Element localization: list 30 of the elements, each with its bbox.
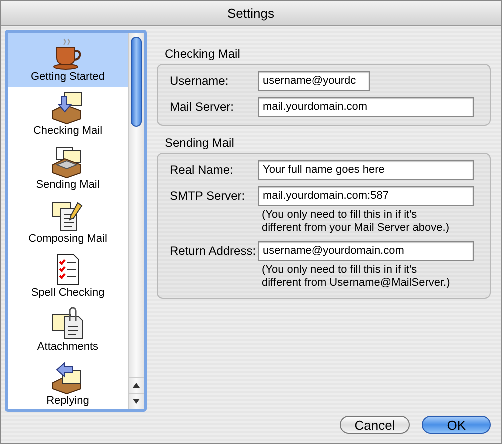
field-label: Mail Server: <box>170 99 236 114</box>
text-field[interactable]: username@yourdomain.com <box>258 241 474 261</box>
window-title: Settings <box>228 6 274 20</box>
text-field[interactable]: mail.yourdomain.com <box>258 97 474 117</box>
field-label: Username: <box>170 73 230 88</box>
hint-text: (You only need to fill this in if it's different from your Mail Server above.) <box>262 209 450 235</box>
sidebar-item[interactable]: Checking Mail <box>8 87 128 141</box>
inbox-tray-icon <box>51 91 85 125</box>
up-arrow-icon <box>133 383 140 388</box>
field-label: SMTP Server: <box>170 188 246 203</box>
text-field[interactable]: Your full name goes here <box>258 160 474 180</box>
down-arrow-icon <box>133 399 140 404</box>
group-title: Checking Mail <box>165 47 242 61</box>
sidebar-item[interactable]: Sending Mail <box>8 141 128 195</box>
text-field[interactable]: username@yourdc <box>258 71 370 91</box>
sidebar-item[interactable]: Getting Started <box>8 33 128 87</box>
scroll-thumb[interactable] <box>131 37 142 127</box>
field-label: Real Name: <box>170 162 234 177</box>
text-field[interactable]: mail.yourdomain.com:587 <box>258 186 474 206</box>
scroll-bar[interactable] <box>128 33 144 409</box>
sidebar-item[interactable]: Spell Checking <box>8 249 128 303</box>
paperclip-documents-icon <box>51 307 85 341</box>
ok-button[interactable]: OK <box>422 416 491 434</box>
sidebar-item[interactable]: Attachments <box>8 303 128 357</box>
hint-text: (You only need to fill this in if it's different from Username@MailServer.) <box>262 264 452 290</box>
cancel-button[interactable]: Cancel <box>340 416 410 434</box>
sidebar-item[interactable]: Composing Mail <box>8 195 128 249</box>
field-label: Return Address: <box>170 243 258 258</box>
group-title: Sending Mail <box>165 136 236 150</box>
sidebar-item[interactable]: Replying <box>8 357 128 409</box>
